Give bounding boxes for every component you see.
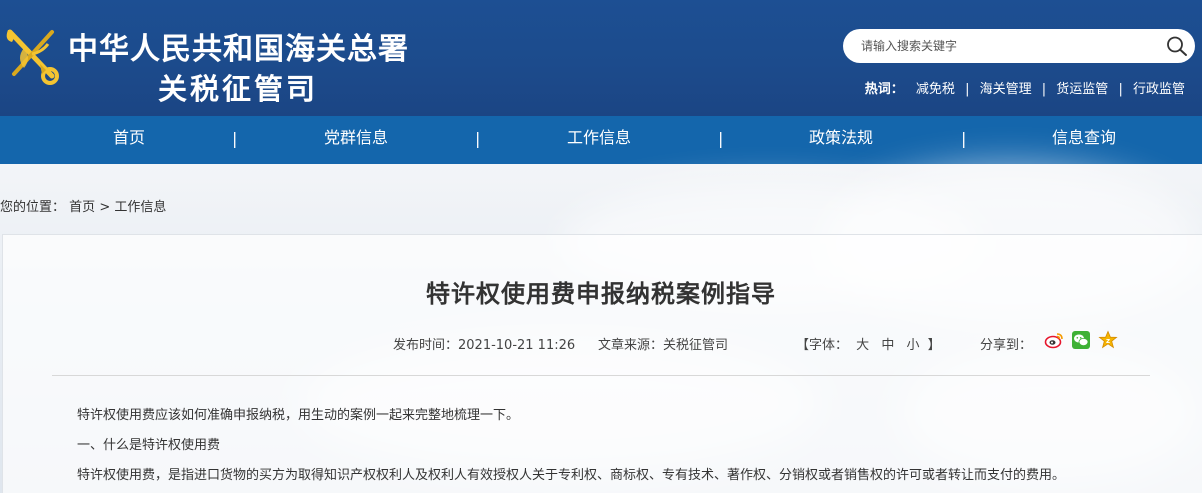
nav-item-policy[interactable]: 政策法规 <box>761 116 921 164</box>
font-large-button[interactable]: 大 <box>856 338 869 353</box>
hot-word-link[interactable]: 行政监管 <box>1133 82 1185 97</box>
article-source: 文章来源：关税征管司 <box>598 338 729 353</box>
article-title: 特许权使用费申报纳税案例指导 <box>426 280 776 308</box>
article-paragraph: 特许权使用费，是指进口货物的买方为取得知识产权权利人及权利人有效授权人关于专利权… <box>77 468 1066 483</box>
font-size-control: 【字体： 大 中 小 】 <box>796 334 941 353</box>
share-label: 分享到： <box>980 338 1033 353</box>
nav-item-home[interactable]: 首页 <box>49 116 209 164</box>
search-input[interactable] <box>861 37 1151 55</box>
hot-word-link[interactable]: 货运监管 <box>1056 82 1108 97</box>
hot-words: 热词： 减免税 | 海关管理 | 货运监管 | 行政监管 <box>865 78 1185 97</box>
font-size-open: 【字体： <box>796 338 849 353</box>
breadcrumb: 您的位置： 首页 > 工作信息 <box>0 196 166 215</box>
nav-separator: | <box>475 129 481 148</box>
hot-word-link[interactable]: 减免税 <box>916 82 955 97</box>
publish-time: 发布时间：2021-10-21 11:26 <box>393 338 576 353</box>
site-subtitle: 关税征管司 <box>158 72 319 106</box>
nav-separator: | <box>718 129 724 148</box>
site-header: 中华人民共和国海关总署 关税征管司 热词： 减免税 | 海关管理 | 货运监管 … <box>0 0 1202 116</box>
hot-words-label: 热词： <box>864 82 904 97</box>
wechat-icon[interactable] <box>1071 330 1091 350</box>
nav-separator: | <box>961 129 967 148</box>
breadcrumb-home-link[interactable]: 首页 <box>69 200 95 215</box>
breadcrumb-current-link[interactable]: 工作信息 <box>114 200 166 215</box>
hot-word-separator: | <box>1041 82 1047 97</box>
weibo-icon[interactable] <box>1044 330 1064 350</box>
hot-word-separator: | <box>1118 82 1123 97</box>
svg-text:z: z <box>1106 337 1110 345</box>
font-medium-button[interactable]: 中 <box>881 338 894 353</box>
hot-word-separator: | <box>965 82 970 97</box>
article-panel <box>2 234 1202 493</box>
nav-item-work[interactable]: 工作信息 <box>519 116 679 164</box>
font-size-close: 】 <box>927 338 941 353</box>
search-icon[interactable] <box>1165 35 1189 57</box>
main-nav: 首页 | 党群信息 | 工作信息 | 政策法规 | 信息查询 <box>0 116 1202 164</box>
nav-separator: | <box>232 129 238 148</box>
article-paragraph: 特许权使用费应该如何准确申报纳税，用生动的案例一起来完整地梳理一下。 <box>77 408 520 423</box>
article-paragraph: 一、什么是特许权使用费 <box>77 438 221 453</box>
search-box <box>843 29 1195 63</box>
article-divider <box>52 375 1150 376</box>
breadcrumb-prefix: 您的位置： <box>0 200 66 215</box>
site-title: 中华人民共和国海关总署 <box>68 32 409 67</box>
customs-emblem-icon[interactable] <box>2 24 64 88</box>
breadcrumb-arrow: > <box>99 200 111 215</box>
nav-item-party[interactable]: 党群信息 <box>276 116 436 164</box>
favorite-icon[interactable]: z <box>1098 330 1118 350</box>
hot-word-link[interactable]: 海关管理 <box>980 82 1032 97</box>
nav-item-query[interactable]: 信息查询 <box>1004 116 1164 164</box>
font-small-button[interactable]: 小 <box>906 338 919 353</box>
